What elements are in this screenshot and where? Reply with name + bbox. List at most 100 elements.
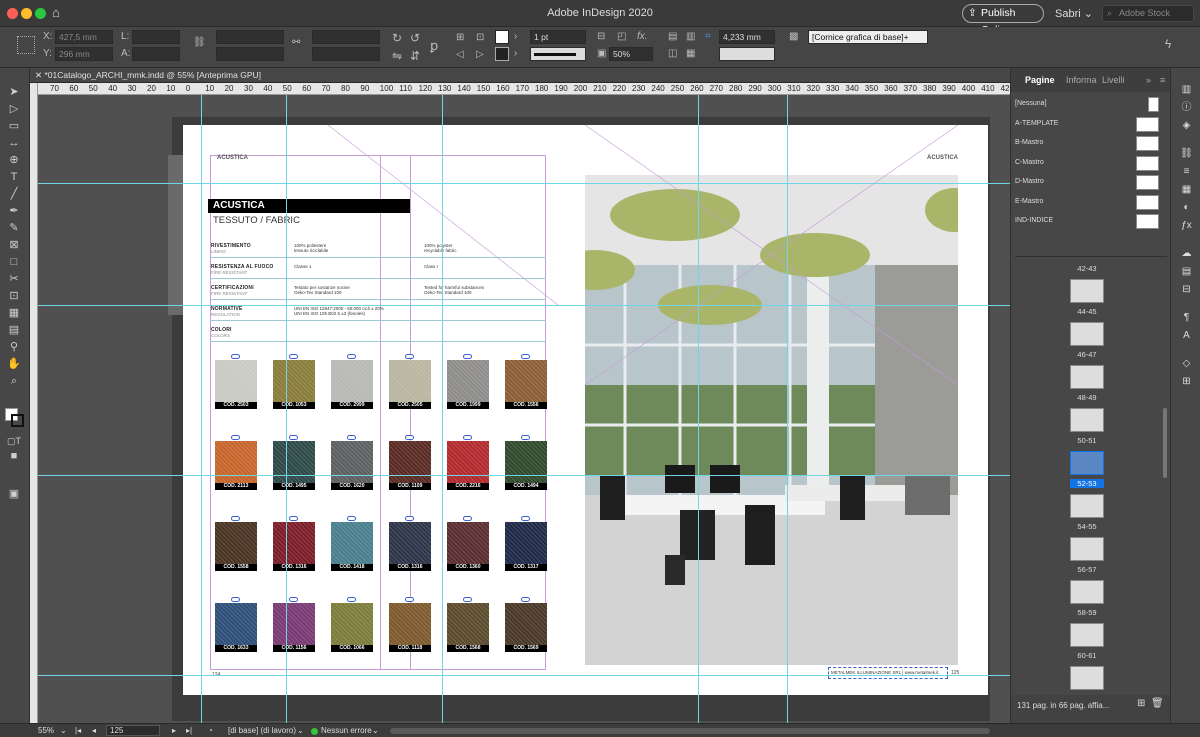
- scissors-tool-icon[interactable]: ✂: [5, 271, 23, 287]
- object-style-dropdown[interactable]: [Cornice grafica di base]+: [808, 30, 928, 44]
- spread-thumbnail[interactable]: [1070, 279, 1104, 303]
- master-thumbnail[interactable]: [1136, 116, 1159, 132]
- select-content-icon[interactable]: ⊡: [476, 32, 484, 43]
- swatches-panel-icon[interactable]: ▦: [1180, 184, 1193, 196]
- spread-label[interactable]: 58-59: [1070, 608, 1104, 617]
- formatting-affects-container-icon[interactable]: ▢T: [5, 433, 23, 449]
- wrap-jump-icon[interactable]: ▦: [686, 48, 695, 59]
- cc-libraries-icon[interactable]: ☁: [1180, 248, 1193, 260]
- spread-thumbnail[interactable]: [1070, 408, 1104, 432]
- paragraph-styles-icon[interactable]: ¶: [1180, 312, 1193, 324]
- x-field[interactable]: 427,5 mm: [55, 30, 113, 44]
- delete-page-icon[interactable]: 🗑: [1151, 698, 1164, 709]
- spread-thumbnail[interactable]: [1070, 623, 1104, 647]
- master-thumbnail[interactable]: [1136, 194, 1159, 210]
- spread-label[interactable]: 50-51: [1070, 436, 1104, 445]
- zoom-tool-icon[interactable]: ⌕: [5, 373, 23, 389]
- stroke-panel-icon[interactable]: ≡: [1180, 166, 1193, 178]
- pages-panel-icon[interactable]: ▥: [1180, 84, 1193, 96]
- opacity-field[interactable]: 50%: [609, 47, 653, 61]
- lightning-icon[interactable]: ϟ: [1165, 37, 1171, 51]
- note-tool-icon[interactable]: ▤: [5, 322, 23, 338]
- adobe-stock-search[interactable]: ⌕ Adobe Stock: [1102, 5, 1194, 22]
- scale-x-field[interactable]: [216, 30, 284, 44]
- rectangle-tool-icon[interactable]: □: [5, 254, 23, 270]
- spread-thumbnail[interactable]: [1070, 666, 1104, 690]
- spread-thumbnail[interactable]: [1070, 494, 1104, 518]
- preflight-errors[interactable]: Nessun errore: [321, 725, 372, 737]
- spread-thumbnail[interactable]: [1070, 537, 1104, 561]
- next-page-icon[interactable]: ▸: [172, 725, 176, 737]
- master-thumbnail[interactable]: [1136, 175, 1159, 190]
- master-page-item[interactable]: D-Mastro: [1015, 178, 1044, 185]
- layers-panel-icon[interactable]: ◈: [1180, 120, 1193, 132]
- tab-informazioni[interactable]: Informa: [1066, 68, 1097, 92]
- master-thumbnail[interactable]: [1136, 214, 1159, 229]
- vertical-ruler[interactable]: [30, 83, 38, 723]
- master-page-item[interactable]: [Nessuna]: [1015, 100, 1047, 107]
- constrain-proportions-icon[interactable]: ⛓: [193, 37, 206, 48]
- spread-label[interactable]: 48-49: [1070, 393, 1104, 402]
- corner-options-icon[interactable]: ⌗: [705, 31, 711, 42]
- gap-tool-icon[interactable]: ↔: [5, 135, 23, 151]
- page-tool-icon[interactable]: ▭: [5, 118, 23, 134]
- zoom-dropdown-icon[interactable]: ⌄: [60, 725, 67, 737]
- publish-online-button[interactable]: ⇪Publish Online: [962, 4, 1044, 36]
- rotate-cw-icon[interactable]: ↻: [392, 31, 402, 45]
- stroke-widget[interactable]: [11, 414, 24, 427]
- preflight-menu-icon[interactable]: ⌄: [372, 725, 379, 737]
- pencil-tool-icon[interactable]: ✎: [5, 220, 23, 236]
- width-field[interactable]: [132, 30, 180, 44]
- type-tool-icon[interactable]: T: [5, 169, 23, 185]
- page-field[interactable]: 125: [106, 725, 160, 736]
- scale-y-field[interactable]: [216, 47, 284, 61]
- eyedropper-tool-icon[interactable]: ⚲: [5, 339, 23, 355]
- tab-pagine[interactable]: Pagine: [1025, 68, 1055, 92]
- shear-field[interactable]: [312, 47, 380, 61]
- master-page-item[interactable]: E-Mastro: [1015, 198, 1043, 205]
- selection-tool-icon[interactable]: ➤: [5, 84, 23, 100]
- select-previous-icon[interactable]: ◁: [456, 49, 464, 60]
- spread-label[interactable]: 60-61: [1070, 651, 1104, 660]
- stroke-swatch[interactable]: [495, 47, 509, 61]
- master-page-item[interactable]: IND-INDICE: [1015, 217, 1053, 224]
- rotate-field[interactable]: [312, 30, 380, 44]
- spread-label[interactable]: 52-53: [1070, 479, 1104, 488]
- object-styles-icon[interactable]: ◇: [1180, 358, 1193, 370]
- master-page-item[interactable]: C-Mastro: [1015, 159, 1044, 166]
- panel-menu-icon[interactable]: ≡: [1160, 68, 1165, 92]
- fill-swatch[interactable]: [495, 30, 509, 44]
- y-field[interactable]: 296 mm: [55, 47, 113, 61]
- content-collector-icon[interactable]: ⊕: [5, 152, 23, 168]
- master-thumbnail[interactable]: [1136, 155, 1159, 171]
- preflight-profile[interactable]: [di base] (di lavoro): [228, 725, 296, 737]
- document-canvas[interactable]: ACUSTICA ACUSTICA TESSUTO / FABRIC RIVES…: [38, 95, 1010, 723]
- preflight-dropdown-icon[interactable]: ⌄: [297, 725, 304, 737]
- corner-shape-field[interactable]: [719, 47, 775, 61]
- direct-selection-tool-icon[interactable]: ▷: [5, 101, 23, 117]
- stroke-weight-field[interactable]: 1 pt: [530, 30, 586, 44]
- spread-label[interactable]: 56-57: [1070, 565, 1104, 574]
- wrap-shape-icon[interactable]: ◫: [668, 48, 677, 59]
- corner-size-field[interactable]: 4,233 mm: [719, 30, 775, 44]
- spread-options-icon[interactable]: ◔: [208, 725, 213, 737]
- spread-label[interactable]: 46-47: [1070, 350, 1104, 359]
- screen-mode-icon[interactable]: ▣: [5, 486, 23, 502]
- effects-panel-icon[interactable]: ƒx: [1180, 220, 1193, 232]
- line-tool-icon[interactable]: ╱: [5, 186, 23, 202]
- tab-livelli[interactable]: Livelli: [1102, 68, 1125, 92]
- first-page-icon[interactable]: |◂: [75, 725, 81, 737]
- spread-thumbnail[interactable]: [1070, 365, 1104, 389]
- character-styles-icon[interactable]: A: [1180, 330, 1193, 342]
- reference-point-icon[interactable]: [17, 36, 35, 54]
- master-thumbnail[interactable]: [1136, 136, 1159, 151]
- panel-scrollbar[interactable]: [1163, 408, 1167, 478]
- spread-label[interactable]: 54-55: [1070, 522, 1104, 531]
- user-menu[interactable]: Sabri ⌄: [1055, 7, 1093, 20]
- spread-thumbnail[interactable]: [1070, 580, 1104, 604]
- stroke-menu-icon[interactable]: ›: [514, 48, 517, 59]
- spread-thumbnail[interactable]: [1070, 322, 1104, 346]
- zoom-level[interactable]: 55%: [38, 725, 54, 737]
- select-container-icon[interactable]: ⊞: [456, 32, 464, 43]
- horizontal-scrollbar[interactable]: [390, 728, 990, 734]
